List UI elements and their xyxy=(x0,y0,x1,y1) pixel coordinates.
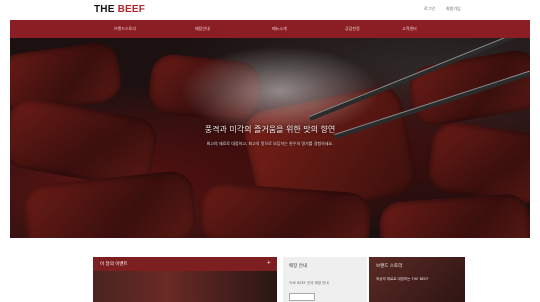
nav-item-customer-center[interactable]: 고객센터 xyxy=(402,26,417,32)
brand-story-card[interactable]: 브랜드 스토리 최상의 재료로 대접하는 THE BEEF xyxy=(369,257,465,302)
logo-text: THE xyxy=(94,4,118,15)
nav-item-menu[interactable]: 메뉴소개 xyxy=(272,26,287,32)
nav-item-stores[interactable]: 매장안내 xyxy=(195,26,210,32)
steam-effect xyxy=(180,46,380,136)
signup-link[interactable]: 회원가입 xyxy=(446,6,461,12)
event-card[interactable]: 이 달의 이벤트 + xyxy=(93,257,277,302)
more-icon[interactable]: + xyxy=(267,260,271,266)
logo-text-accent: BEEF xyxy=(117,4,146,15)
store-card-button[interactable] xyxy=(289,293,315,301)
beef-piece xyxy=(378,192,530,238)
event-card-title: 이 달의 이벤트 xyxy=(100,262,128,267)
store-card-desc: THE BEEF 전국 매장 안내 xyxy=(289,281,329,285)
main-nav: 브랜드스토리 매장안내 메뉴소개 공감한정 고객센터 xyxy=(10,20,530,38)
top-bar: THE BEEF 로그인 회원가입 xyxy=(0,0,540,18)
event-photo xyxy=(93,271,277,302)
story-card-title: 브랜드 스토리 xyxy=(376,264,403,269)
carousel-indicators xyxy=(263,231,287,238)
store-info-card[interactable]: 매장 안내 THE BEEF 전국 매장 안내 xyxy=(283,257,367,302)
beef-piece xyxy=(405,47,530,129)
event-card-header: 이 달의 이벤트 + xyxy=(93,257,277,271)
store-card-title: 매장 안내 xyxy=(289,264,307,269)
hero-banner: 풍격과 미각의 즐거움을 위한 맛의 향연 최고의 재료로 대접하고, 최고의 … xyxy=(10,38,530,238)
hero-headline: 풍격과 미각의 즐거움을 위한 맛의 향연 xyxy=(204,125,336,134)
login-link[interactable]: 로그인 xyxy=(424,6,435,12)
nav-item-limited[interactable]: 공감한정 xyxy=(345,26,360,32)
beef-piece xyxy=(21,169,199,238)
hero-subtext: 최고의 재료로 대접하고, 최고의 맛으로 보답하는 한우의 명가를 경험하세요… xyxy=(206,141,334,146)
site-logo[interactable]: THE BEEF xyxy=(94,4,145,15)
story-card-desc: 최상의 재료로 대접하는 THE BEEF xyxy=(376,277,429,281)
nav-item-brand-story[interactable]: 브랜드스토리 xyxy=(114,26,136,32)
